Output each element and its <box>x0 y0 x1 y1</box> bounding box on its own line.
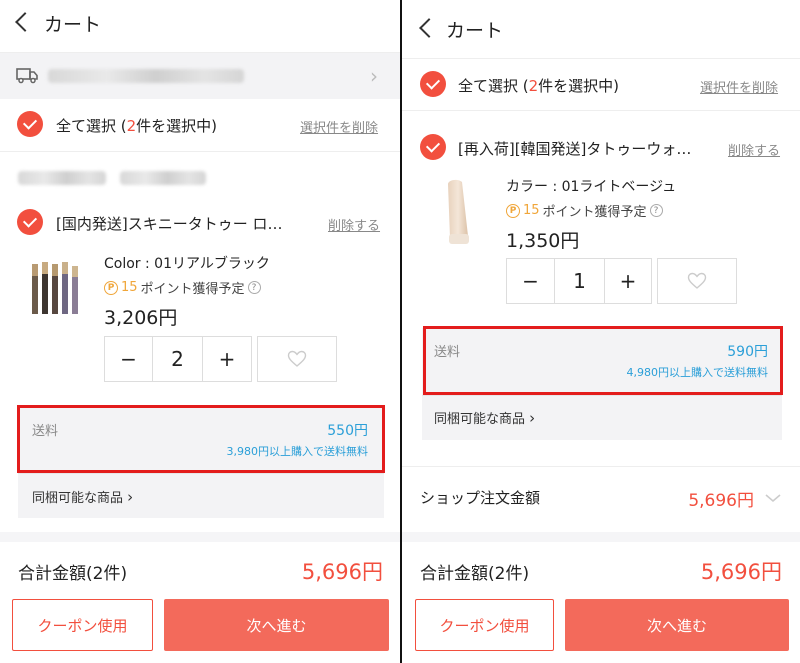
selected-count: 2 <box>126 117 137 135</box>
wishlist-button[interactable] <box>657 258 737 304</box>
row-divider <box>402 466 800 467</box>
next-button[interactable]: 次へ進む <box>164 599 389 651</box>
product-title[interactable]: [再入荷][韓国発送]タトゥーウォ… <box>458 138 718 159</box>
coupon-button[interactable]: クーポン使用 <box>12 599 153 651</box>
product-thumbnail[interactable] <box>28 258 86 322</box>
select-all-text: 全て選択 ( <box>458 77 529 95</box>
highlight-box <box>423 326 783 395</box>
blurred-shop-name <box>18 171 106 185</box>
shop-total-label: ショップ注文金額 <box>420 489 541 507</box>
back-chevron-icon[interactable] <box>419 18 439 38</box>
right-cart-panel: カート 全て選択 (2件を選択中) 選択件を削除 [再入荷][韓国発送]タトゥー… <box>402 0 800 663</box>
bundle-chevron-icon: › <box>529 409 536 427</box>
increase-button[interactable]: + <box>203 337 251 381</box>
points-info: P 15 ポイント獲得予定 ? <box>506 201 663 220</box>
select-suffix-text: 件を選択中) <box>136 117 218 135</box>
wishlist-button[interactable] <box>257 336 337 382</box>
row-divider <box>402 110 800 111</box>
bundle-label: 同梱可能な商品 <box>32 491 124 506</box>
row-divider <box>0 151 400 152</box>
delete-product-link[interactable]: 削除する <box>728 140 780 159</box>
section-gap <box>0 532 400 542</box>
coupon-button[interactable]: クーポン使用 <box>415 599 554 651</box>
next-button[interactable]: 次へ進む <box>565 599 789 651</box>
shipping-divider <box>422 395 782 396</box>
product-variant: Color : 01リアルブラック <box>104 256 270 272</box>
points-icon: P <box>104 280 118 295</box>
increase-button[interactable]: + <box>605 259 651 303</box>
bundle-link[interactable]: 同梱可能な商品 › <box>434 408 535 427</box>
bundle-link[interactable]: 同梱可能な商品 › <box>32 487 133 506</box>
total-label: 合計金額(2件) <box>18 564 128 584</box>
section-gap <box>402 532 800 542</box>
delete-selected-link[interactable]: 選択件を削除 <box>300 117 378 136</box>
quantity-value[interactable]: 1 <box>555 259 605 303</box>
decrease-button[interactable]: − <box>105 337 153 381</box>
total-label: 合計金額(2件) <box>420 564 530 584</box>
product-price: 1,350円 <box>506 230 580 252</box>
select-all-checkbox[interactable] <box>17 111 43 137</box>
quantity-value[interactable]: 2 <box>153 337 203 381</box>
product-thumbnail[interactable] <box>434 176 486 248</box>
back-chevron-icon[interactable] <box>15 12 35 32</box>
decrease-button[interactable]: − <box>507 259 555 303</box>
help-icon[interactable]: ? <box>649 204 663 217</box>
delete-product-link[interactable]: 削除する <box>328 215 380 234</box>
points-info: P 15 ポイント獲得予定 ? <box>104 278 261 297</box>
selected-count: 2 <box>528 77 539 95</box>
product-variant: カラー : 01ライトベージュ <box>506 179 677 195</box>
quantity-stepper: − 1 + <box>506 258 652 304</box>
header-divider <box>402 58 800 59</box>
quantity-stepper: − 2 + <box>104 336 252 382</box>
delete-selected-link[interactable]: 選択件を削除 <box>700 77 778 96</box>
help-icon[interactable]: ? <box>247 281 261 294</box>
shop-total-value: 5,696円 <box>688 491 754 511</box>
blurred-shop-name-2 <box>120 171 206 185</box>
heart-icon <box>687 272 707 289</box>
truck-icon <box>16 68 38 84</box>
points-text: ポイント獲得予定 <box>140 282 245 297</box>
product-checkbox[interactable] <box>17 209 43 235</box>
heart-icon <box>287 350 307 367</box>
page-title: カート <box>44 14 102 36</box>
select-all-checkbox[interactable] <box>420 71 446 97</box>
delivery-address-bar[interactable]: › <box>0 53 400 99</box>
total-value: 5,696円 <box>301 560 383 584</box>
chevron-right-icon: › <box>370 64 378 88</box>
points-text: ポイント獲得予定 <box>542 205 647 220</box>
points-amount: 15 <box>523 203 540 218</box>
product-checkbox[interactable] <box>420 134 446 160</box>
blurred-address <box>48 69 244 83</box>
bundle-label: 同梱可能な商品 <box>434 412 526 427</box>
left-cart-panel: カート › 全て選択 (2件を選択中) 選択件を削除 [国内発送]スキニータトゥ… <box>0 0 400 663</box>
page-title: カート <box>446 20 504 42</box>
shipping-divider <box>18 473 384 474</box>
select-all-label: 全て選択 (2件を選択中) <box>56 115 217 136</box>
select-all-text: 全て選択 ( <box>56 117 127 135</box>
chevron-down-icon[interactable] <box>764 492 782 504</box>
total-value: 5,696円 <box>700 560 782 584</box>
product-price: 3,206円 <box>104 307 178 329</box>
bundle-chevron-icon: › <box>127 488 134 506</box>
points-icon: P <box>506 203 520 218</box>
select-suffix-text: 件を選択中) <box>538 77 620 95</box>
points-amount: 15 <box>121 280 138 295</box>
product-title[interactable]: [国内発送]スキニータトゥー ロ… <box>56 213 318 234</box>
highlight-box <box>17 405 385 473</box>
select-all-label: 全て選択 (2件を選択中) <box>458 75 619 96</box>
